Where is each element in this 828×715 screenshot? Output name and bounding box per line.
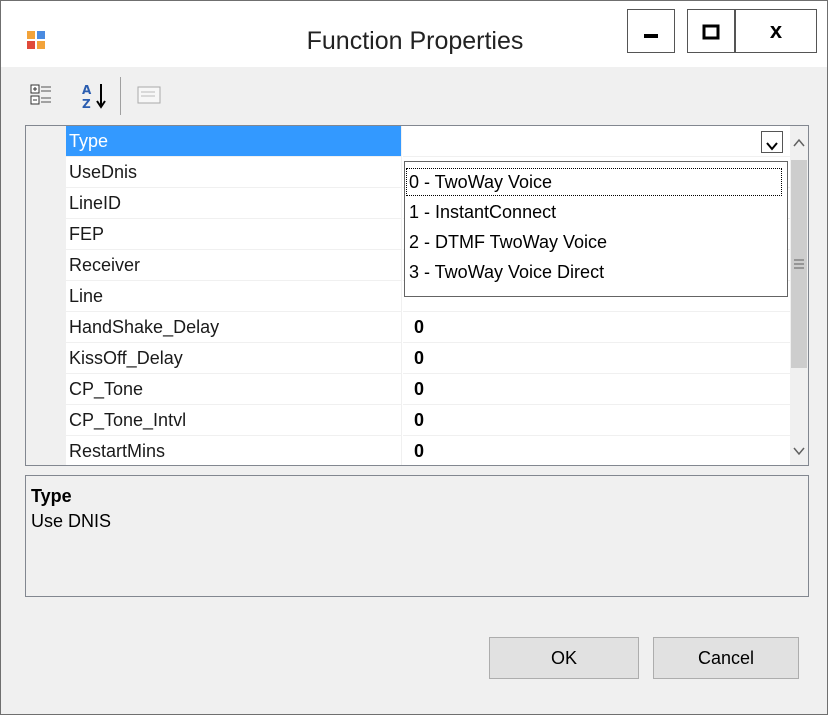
- property-name: UseDnis: [66, 157, 402, 188]
- dropdown-option[interactable]: 0 - TwoWay Voice: [405, 167, 783, 197]
- property-value[interactable]: 0: [403, 343, 791, 374]
- dropdown-option[interactable]: 3 - TwoWay Voice Direct: [405, 257, 787, 287]
- property-pages-icon: [137, 86, 161, 104]
- property-value[interactable]: 0: [403, 374, 791, 405]
- description-panel: Type Use DNIS: [25, 475, 809, 597]
- scrollbar-thumb[interactable]: [791, 160, 807, 368]
- svg-text:A: A: [82, 83, 92, 97]
- ok-button[interactable]: OK: [489, 637, 639, 679]
- property-name: CP_Tone_Intvl: [66, 405, 402, 436]
- alphabetical-button[interactable]: A Z: [81, 81, 109, 111]
- chevron-down-icon: [766, 142, 778, 151]
- categorized-icon: [30, 84, 51, 105]
- dropdown-option[interactable]: 1 - InstantConnect: [405, 197, 787, 227]
- minimize-button[interactable]: [627, 9, 675, 53]
- vertical-scrollbar[interactable]: [790, 126, 808, 465]
- description-title: Type: [31, 486, 72, 506]
- scroll-down-icon[interactable]: [790, 442, 808, 460]
- property-value[interactable]: 0: [403, 436, 791, 465]
- close-button[interactable]: x: [735, 9, 817, 53]
- property-row-restartmins[interactable]: RestartMins 0: [66, 436, 791, 465]
- grip-icon: [794, 259, 804, 269]
- property-grid-toolbar: A Z: [23, 69, 807, 123]
- type-dropdown-list[interactable]: 0 - TwoWay Voice 1 - InstantConnect 2 - …: [404, 161, 788, 297]
- maximize-button[interactable]: [687, 9, 735, 53]
- function-properties-window: Function Properties x A Z Type UseDnis L…: [0, 0, 828, 715]
- cancel-button[interactable]: Cancel: [653, 637, 799, 679]
- scroll-up-icon[interactable]: [790, 134, 808, 152]
- property-row-handshake-delay[interactable]: HandShake_Delay 0: [66, 312, 791, 343]
- property-row-cp-tone[interactable]: CP_Tone 0: [66, 374, 791, 405]
- toolbar-separator: [120, 77, 121, 115]
- grid-gutter: [26, 126, 66, 465]
- property-pages-button[interactable]: [135, 81, 163, 109]
- property-name: LineID: [66, 188, 402, 219]
- dropdown-button[interactable]: [761, 131, 783, 153]
- property-name: Type: [66, 126, 402, 157]
- property-value[interactable]: 0: [403, 312, 791, 343]
- description-text: Use DNIS: [31, 511, 112, 531]
- property-name: RestartMins: [66, 436, 402, 465]
- app-icon: [27, 31, 45, 49]
- property-row-kissoff-delay[interactable]: KissOff_Delay 0: [66, 343, 791, 374]
- property-name: KissOff_Delay: [66, 343, 402, 374]
- window-title: Function Properties: [306, 27, 524, 55]
- sort-alphabetical-icon: A Z: [82, 83, 106, 111]
- property-value[interactable]: [403, 126, 791, 157]
- maximize-icon: [702, 24, 720, 40]
- categorized-button[interactable]: [29, 81, 57, 109]
- svg-text:Z: Z: [82, 97, 91, 111]
- property-name: HandShake_Delay: [66, 312, 402, 343]
- property-name: Receiver: [66, 250, 402, 281]
- property-name: FEP: [66, 219, 402, 250]
- property-row-cp-tone-intvl[interactable]: CP_Tone_Intvl 0: [66, 405, 791, 436]
- property-name: CP_Tone: [66, 374, 402, 405]
- close-icon: x: [769, 18, 783, 43]
- title-bar[interactable]: Function Properties x: [1, 1, 827, 67]
- property-row-type[interactable]: Type: [66, 126, 791, 157]
- dropdown-option[interactable]: 2 - DTMF TwoWay Voice: [405, 227, 787, 257]
- property-value[interactable]: 0: [403, 405, 791, 436]
- minimize-icon: [644, 34, 658, 38]
- property-name: Line: [66, 281, 402, 312]
